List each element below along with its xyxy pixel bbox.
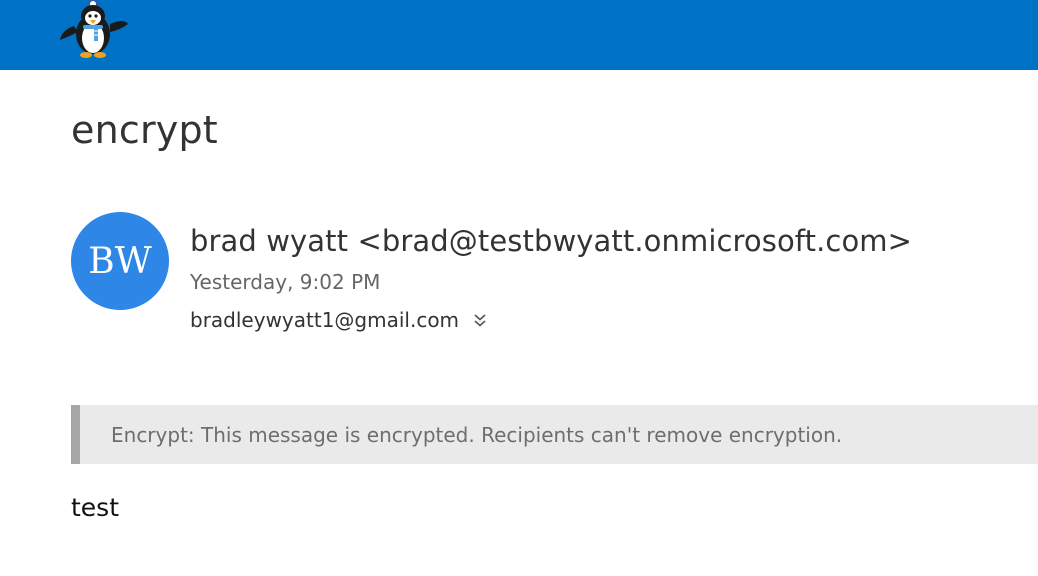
sender-avatar[interactable]: BW	[71, 212, 169, 310]
avatar-initials: BW	[88, 240, 152, 282]
message-subject: encrypt	[71, 108, 218, 152]
chevron-double-down-icon[interactable]	[473, 310, 487, 330]
message-timestamp: Yesterday, 9:02 PM	[190, 270, 381, 294]
sender-name[interactable]: brad wyatt <brad@testbwyatt.onmicrosoft.…	[190, 224, 912, 258]
encryption-banner-text: Encrypt: This message is encrypted. Reci…	[111, 422, 843, 447]
recipient-address[interactable]: bradleywyatt1@gmail.com	[190, 308, 459, 332]
encryption-banner: Encrypt: This message is encrypted. Reci…	[71, 405, 1038, 464]
top-bar	[0, 0, 1038, 70]
penguin-logo-icon[interactable]	[56, 0, 130, 62]
recipient-row: bradleywyatt1@gmail.com	[190, 308, 487, 332]
message-body: test	[71, 493, 120, 522]
mail-reading-pane: encrypt BW brad wyatt <brad@testbwyatt.o…	[0, 0, 1038, 576]
